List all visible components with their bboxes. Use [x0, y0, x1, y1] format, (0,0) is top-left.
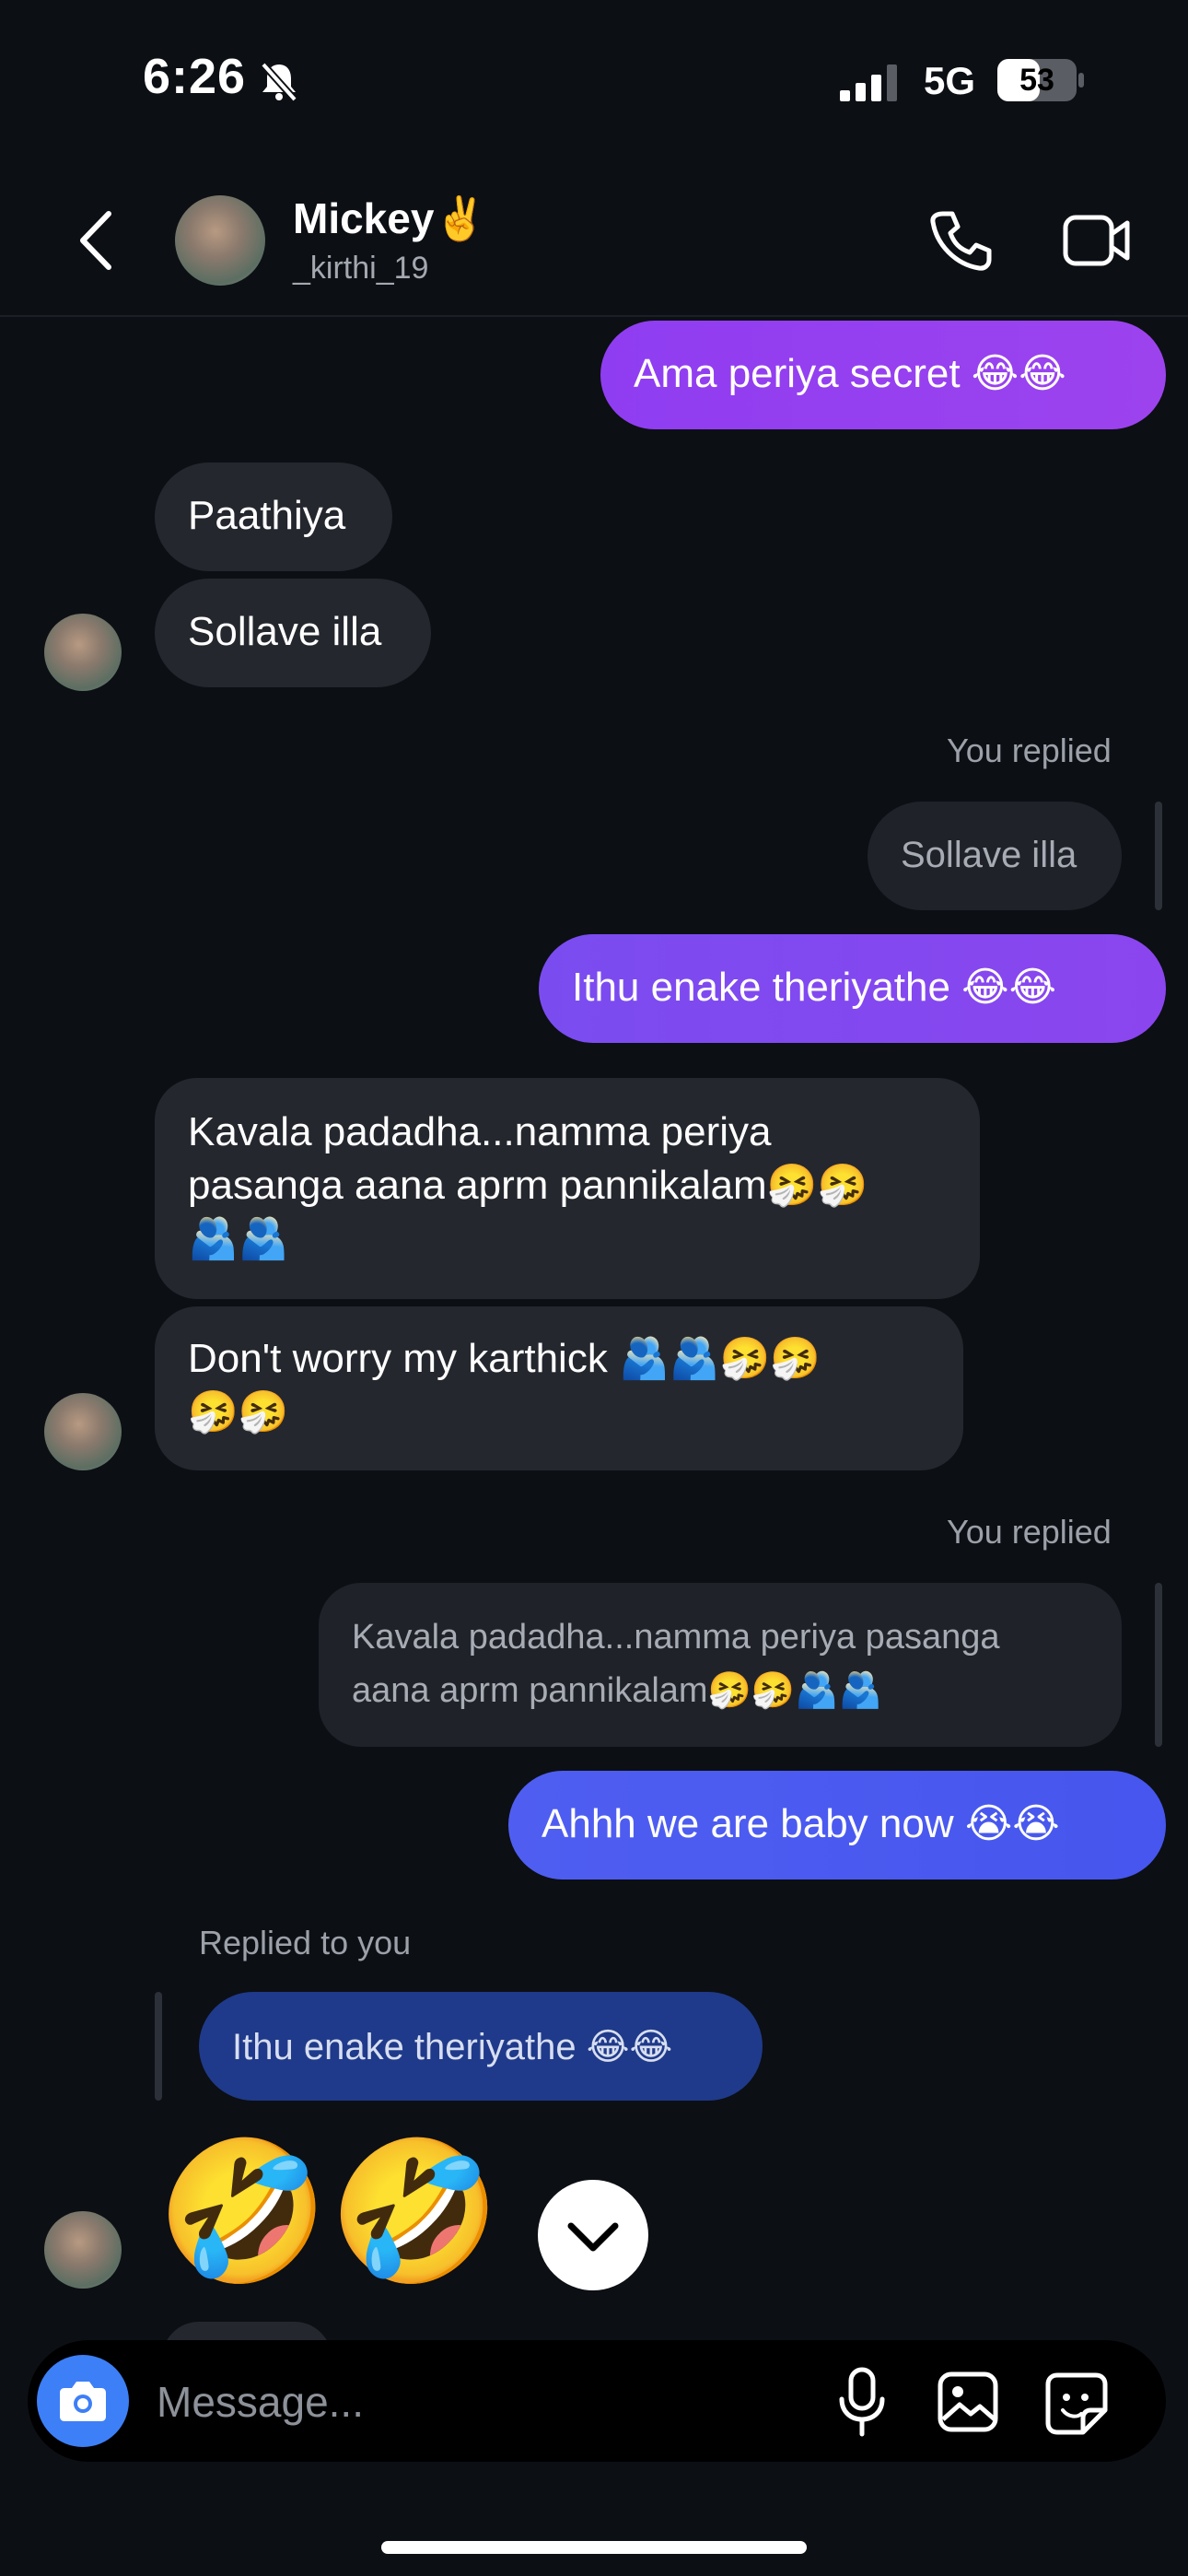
- back-chevron-icon[interactable]: [74, 208, 120, 273]
- quoted-message[interactable]: Ithu enake theriyathe 😂😂: [199, 1992, 763, 2101]
- network-type: 5G: [924, 59, 976, 102]
- quoted-message[interactable]: Sollave illa: [868, 802, 1122, 910]
- message-input[interactable]: [155, 2373, 674, 2430]
- sent-message[interactable]: Ithu enake theriyathe 😂😂: [539, 934, 1166, 1043]
- header-avatar[interactable]: [175, 195, 265, 286]
- sender-avatar[interactable]: [44, 1393, 122, 1470]
- message-line: pasanga aana aprm pannikalam🤧🤧: [188, 1163, 868, 1208]
- sticker-icon[interactable]: [1044, 2371, 1109, 2436]
- sent-message[interactable]: Ama periya secret 😂😂: [600, 321, 1166, 429]
- header-divider: [0, 315, 1188, 317]
- quoted-message[interactable]: Kavala padadha...namma periya pasanga aa…: [319, 1583, 1122, 1747]
- contact-name[interactable]: Mickey✌️: [293, 193, 487, 244]
- emoji-message[interactable]: 🤣🤣: [157, 2143, 501, 2281]
- reply-label: You replied: [947, 732, 1112, 769]
- reply-bar: [155, 1992, 162, 2101]
- reply-label: You replied: [947, 1513, 1112, 1551]
- gallery-icon[interactable]: [938, 2371, 998, 2432]
- received-message[interactable]: Don't worry my karthick 🫂🫂🤧🤧 🤧🤧: [155, 1306, 963, 1470]
- received-message[interactable]: Sollave illa: [155, 579, 431, 687]
- microphone-icon[interactable]: [834, 2366, 890, 2440]
- message-line: Kavala padadha...namma periya: [188, 1109, 772, 1154]
- quoted-line: aana aprm pannikalam🤧🤧🫂🫂: [352, 1671, 882, 1710]
- home-indicator[interactable]: [381, 2541, 807, 2554]
- camera-icon: [60, 2382, 106, 2421]
- message-line: Don't worry my karthick 🫂🫂🤧🤧: [188, 1336, 821, 1381]
- scroll-to-bottom-button[interactable]: [538, 2180, 648, 2290]
- signal-icon: [840, 64, 903, 101]
- status-time: 6:26: [143, 49, 247, 104]
- reply-bar: [1155, 802, 1162, 910]
- sender-avatar[interactable]: [44, 2211, 122, 2289]
- sent-message[interactable]: Ahhh we are baby now 😭😭: [508, 1771, 1166, 1879]
- reply-label: Replied to you: [199, 1924, 412, 1961]
- received-message[interactable]: Paathiya: [155, 463, 392, 571]
- reply-bar: [1155, 1583, 1162, 1747]
- message-line: 🫂🫂: [188, 1216, 289, 1261]
- bell-muted-icon: [258, 61, 300, 101]
- video-camera-icon[interactable]: [1063, 212, 1131, 269]
- received-message[interactable]: Kavala padadha...namma periya pasanga aa…: [155, 1078, 980, 1299]
- battery-level: 53: [1019, 63, 1054, 98]
- quoted-line: Kavala padadha...namma periya pasanga: [352, 1618, 1000, 1657]
- camera-button[interactable]: [37, 2355, 129, 2447]
- contact-username[interactable]: _kirthi_19: [293, 251, 428, 287]
- sender-avatar[interactable]: [44, 614, 122, 691]
- message-line: 🤧🤧: [188, 1389, 289, 1434]
- phone-icon[interactable]: [928, 208, 993, 273]
